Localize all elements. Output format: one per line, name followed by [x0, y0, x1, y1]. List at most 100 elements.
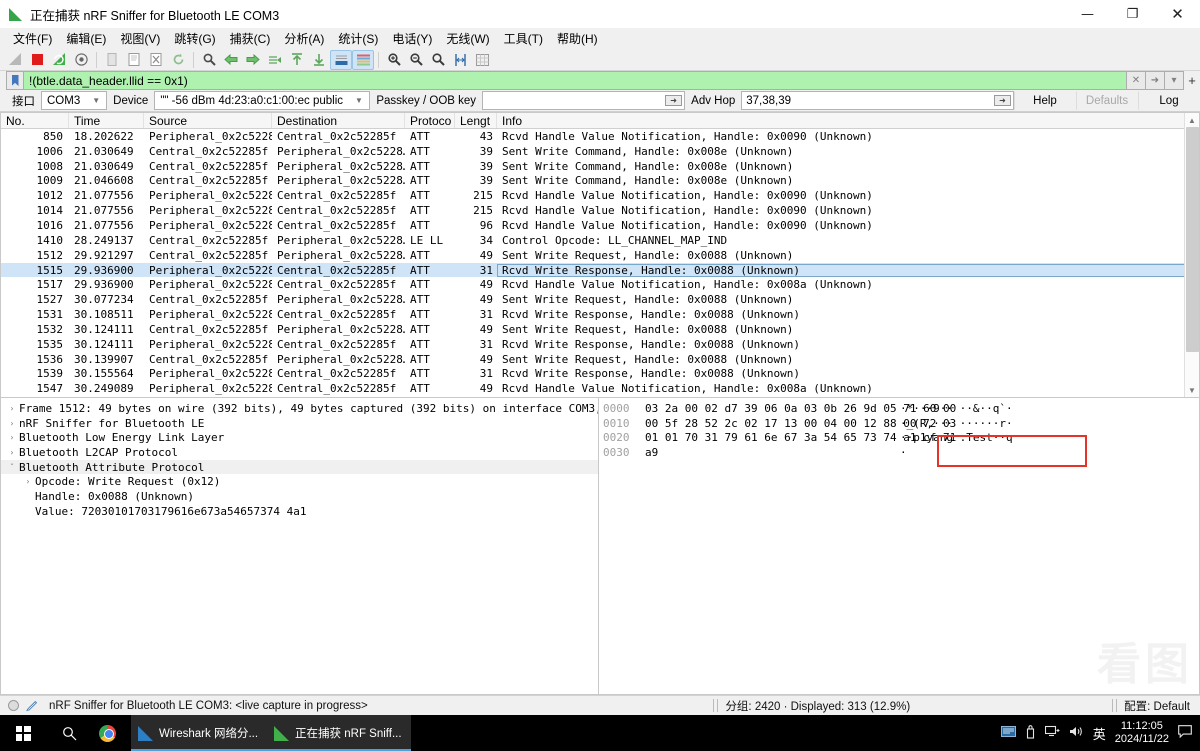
chevron-right-icon[interactable]: ›	[5, 419, 19, 428]
reload-file-icon[interactable]	[167, 50, 189, 70]
table-row[interactable]: 1006 21.030649 Central_0x2c52285f Periphera…	[1, 144, 1199, 159]
table-row[interactable]: 1009 21.046608 Central_0x2c52285f Periphera…	[1, 174, 1199, 189]
detail-tree-item[interactable]: › Frame 1512: 49 bytes on wire (392 bits)…	[1, 401, 598, 416]
close-button[interactable]: ✕	[1155, 0, 1200, 28]
hex-dump-row[interactable]: 0010 00 5f 28 52 2c 02 17 13 00 04 00 12 …	[603, 416, 1199, 431]
column-header-length[interactable]: Lengt	[455, 113, 497, 128]
chevron-right-icon[interactable]: ›	[21, 477, 35, 486]
go-forward-icon[interactable]	[242, 50, 264, 70]
start-capture-icon[interactable]	[4, 50, 26, 70]
go-to-first-icon[interactable]	[286, 50, 308, 70]
resize-columns-icon[interactable]	[449, 50, 471, 70]
open-file-icon[interactable]	[101, 50, 123, 70]
minimize-button[interactable]: —	[1065, 0, 1110, 28]
detail-tree-item[interactable]: Value: 72030101703179616e673a54657374 4a…	[1, 504, 598, 519]
log-button[interactable]: Log	[1138, 91, 1200, 110]
capture-options-icon[interactable]	[70, 50, 92, 70]
table-row[interactable]: 1531 30.108511 Peripheral_0x2c5228… Central…	[1, 307, 1199, 322]
table-row[interactable]: 1012 21.077556 Peripheral_0x2c5228… Central…	[1, 188, 1199, 203]
menu-file[interactable]: 文件(F)	[6, 28, 59, 49]
windows-start-button[interactable]	[0, 715, 46, 751]
nrf-sniffer-taskbar-button[interactable]: 正在捕获 nRF Sniff...	[267, 715, 411, 751]
close-file-icon[interactable]	[145, 50, 167, 70]
chevron-right-icon[interactable]: ›	[5, 433, 19, 442]
table-row[interactable]: 1515 29.936900 Peripheral_0x2c5228… Central…	[1, 262, 1199, 278]
scrollbar-thumb[interactable]	[1186, 127, 1199, 352]
table-row[interactable]: 1535 30.124111 Peripheral_0x2c5228… Central…	[1, 337, 1199, 352]
packet-list-scrollbar[interactable]: ▲ ▼	[1184, 113, 1199, 397]
detail-tree-item[interactable]: ˇ Bluetooth Attribute Protocol	[1, 459, 598, 475]
save-file-icon[interactable]	[123, 50, 145, 70]
table-row[interactable]: 1008 21.030649 Central_0x2c52285f Periphera…	[1, 159, 1199, 174]
volume-icon[interactable]	[1069, 725, 1084, 741]
table-row[interactable]: 1512 29.921297 Central_0x2c52285f Periphera…	[1, 248, 1199, 263]
passkey-input[interactable]: ➜	[482, 91, 686, 110]
interface-select[interactable]: COM3 ▼	[41, 91, 108, 110]
ime-language-label[interactable]: 英	[1093, 724, 1106, 743]
column-header-info[interactable]: Info	[497, 113, 1199, 128]
table-row[interactable]: 850 18.202622 Peripheral_0x2c5228… Central_…	[1, 129, 1199, 144]
device-select[interactable]: "" -56 dBm 4d:23:a0:c1:00:ec public ▼	[154, 91, 371, 110]
table-row[interactable]: 1536 30.139907 Central_0x2c52285f Periphera…	[1, 352, 1199, 367]
zoom-out-icon[interactable]	[405, 50, 427, 70]
menu-analyze[interactable]: 分析(A)	[277, 28, 331, 49]
colorize-icon[interactable]	[352, 49, 374, 70]
hex-dump-row[interactable]: 0030 a9 ·	[603, 445, 1199, 460]
menu-go[interactable]: 跳转(G)	[167, 28, 222, 49]
hex-dump-row[interactable]: 0000 03 2a 00 02 d7 39 06 0a 03 0b 26 9d …	[603, 401, 1199, 416]
menu-wireless[interactable]: 无线(W)	[439, 28, 496, 49]
help-button[interactable]: Help	[1014, 91, 1076, 110]
action-center-icon[interactable]	[1178, 725, 1192, 741]
table-row[interactable]: 1547 30.249089 Peripheral_0x2c5228… Central…	[1, 381, 1199, 396]
table-row[interactable]: 1527 30.077234 Central_0x2c52285f Periphera…	[1, 292, 1199, 307]
profile-text[interactable]: 配置: Default	[1124, 698, 1200, 714]
usb-safely-remove-icon[interactable]	[1025, 724, 1036, 742]
menu-edit[interactable]: 编辑(E)	[59, 28, 113, 49]
hex-dump-row[interactable]: 0020 01 01 70 31 79 61 6e 67 3a 54 65 73 …	[603, 430, 1199, 445]
menu-capture[interactable]: 捕获(C)	[223, 28, 278, 49]
table-row[interactable]: 1014 21.077556 Peripheral_0x2c5228… Central…	[1, 203, 1199, 218]
packet-details-pane[interactable]: › Frame 1512: 49 bytes on wire (392 bits)…	[1, 398, 599, 694]
taskbar-clock[interactable]: 11:12:05 2024/11/22	[1115, 720, 1169, 746]
detail-tree-item[interactable]: › Bluetooth L2CAP Protocol	[1, 445, 598, 460]
wireshark-taskbar-button[interactable]: Wireshark 网络分...	[131, 715, 268, 751]
go-back-icon[interactable]	[220, 50, 242, 70]
display-filter-input[interactable]: !(btle.data_header.llid == 0x1)	[23, 71, 1127, 90]
go-to-packet-icon[interactable]	[264, 50, 286, 70]
column-header-no[interactable]: No.	[1, 113, 69, 128]
ime-keyboard-icon[interactable]	[1000, 726, 1016, 740]
find-packet-icon[interactable]	[198, 50, 220, 70]
table-row[interactable]: 1410 28.249137 Central_0x2c52285f Periphera…	[1, 233, 1199, 248]
go-to-last-icon[interactable]	[308, 50, 330, 70]
adv-hop-apply-icon[interactable]: ➜	[994, 95, 1011, 106]
filter-dropdown-button[interactable]: ▾	[1165, 71, 1184, 90]
menu-view[interactable]: 视图(V)	[113, 28, 167, 49]
table-row[interactable]: 1517 29.936900 Peripheral_0x2c5228… Central…	[1, 277, 1199, 292]
defaults-button[interactable]: Defaults	[1076, 91, 1138, 110]
scroll-up-icon[interactable]: ▲	[1188, 113, 1196, 127]
network-icon[interactable]	[1044, 725, 1060, 741]
detail-tree-item[interactable]: › Bluetooth Low Energy Link Layer	[1, 430, 598, 445]
stop-capture-icon[interactable]	[26, 50, 48, 70]
detail-tree-item[interactable]: Handle: 0x0088 (Unknown)	[1, 489, 598, 504]
menu-tools[interactable]: 工具(T)	[497, 28, 550, 49]
table-row[interactable]: 1539 30.155564 Peripheral_0x2c5228… Central…	[1, 367, 1199, 382]
grid-icon[interactable]	[471, 50, 493, 70]
passkey-apply-icon[interactable]: ➜	[665, 95, 683, 106]
filter-add-button[interactable]: +	[1184, 71, 1200, 90]
filter-apply-button[interactable]: ➜	[1146, 71, 1165, 90]
menu-telephony[interactable]: 电话(Y)	[385, 28, 439, 49]
chevron-down-icon[interactable]: ˇ	[5, 463, 19, 472]
capture-status-circle-icon[interactable]	[8, 700, 19, 711]
chrome-taskbar-button[interactable]	[92, 715, 131, 751]
chevron-right-icon[interactable]: ›	[5, 448, 19, 457]
column-header-source[interactable]: Source	[144, 113, 272, 128]
column-header-time[interactable]: Time	[69, 113, 144, 128]
column-header-protocol[interactable]: Protoco	[405, 113, 455, 128]
zoom-in-icon[interactable]	[383, 50, 405, 70]
detail-tree-item[interactable]: › nRF Sniffer for Bluetooth LE	[1, 416, 598, 431]
maximize-button[interactable]: ❐	[1110, 0, 1155, 28]
adv-hop-input[interactable]: 37,38,39 ➜	[741, 91, 1014, 110]
packet-list-body[interactable]: 850 18.202622 Peripheral_0x2c5228… Central_…	[1, 129, 1199, 397]
packet-list-pane[interactable]: No. Time Source Destination Protoco Leng…	[0, 112, 1200, 398]
